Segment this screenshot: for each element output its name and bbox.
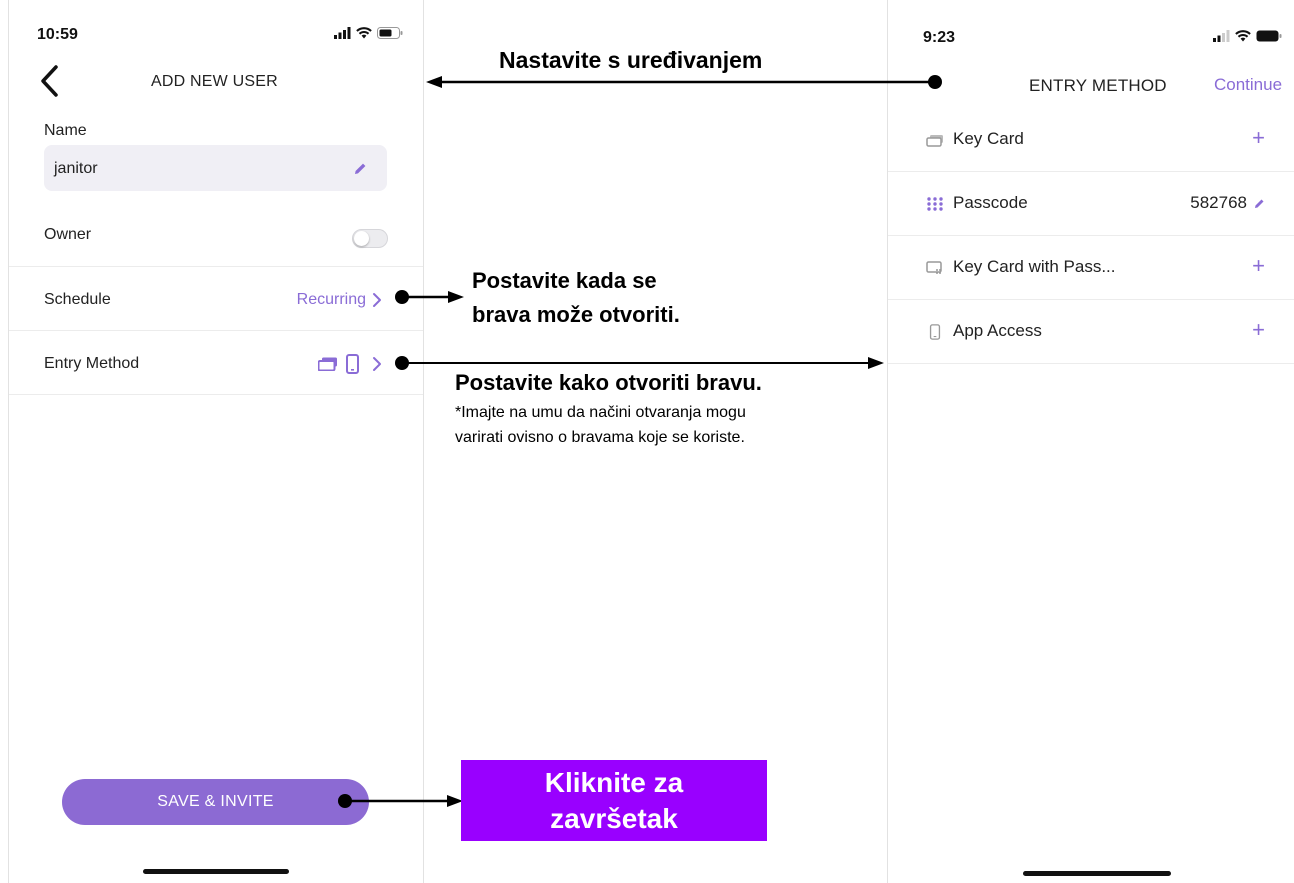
schedule-value: Recurring	[296, 291, 366, 308]
entry-annotation-title: Postavite kako otvoriti bravu.	[455, 370, 762, 395]
entry-method-screen: 9:23 ENTRY METHOD Continue Key Card + Pa…	[887, 0, 1294, 883]
schedule-label: Schedule	[44, 291, 111, 308]
entry-method-passcode[interactable]: Passcode 582768	[888, 172, 1294, 236]
key-card-keypad-icon	[926, 261, 942, 274]
signal-icon	[334, 27, 351, 39]
signal-icon	[1213, 30, 1230, 42]
keypad-icon	[927, 197, 943, 211]
status-time: 9:23	[923, 29, 956, 46]
entry-method-app-access[interactable]: App Access +	[888, 300, 1294, 364]
method-label: Key Card with Pass...	[953, 257, 1116, 276]
page-title: ENTRY METHOD	[1029, 76, 1167, 95]
back-button[interactable]	[37, 64, 63, 98]
wifi-icon	[356, 27, 372, 39]
add-user-screen: 10:59 ADD NEW USER Name janitor Owner Sc…	[8, 0, 424, 883]
battery-icon	[1256, 30, 1282, 42]
key-card-icon	[318, 357, 337, 371]
toggle-knob	[354, 231, 369, 246]
phone-icon	[929, 324, 941, 340]
entry-annotation-note-line2: varirati ovisno o bravama koje se korist…	[455, 429, 745, 446]
method-label: Passcode	[953, 193, 1028, 212]
status-time: 10:59	[37, 26, 78, 43]
owner-toggle[interactable]	[352, 229, 388, 248]
status-icons	[334, 27, 403, 39]
wifi-icon	[1235, 30, 1251, 42]
chevron-right-icon	[373, 293, 381, 307]
save-invite-button[interactable]: SAVE & INVITE	[62, 779, 369, 825]
entry-method-arrow	[395, 356, 884, 370]
phone-icon	[346, 354, 359, 374]
name-value: janitor	[54, 160, 98, 177]
continue-editing-annotation: Nastavite s uređivanjem	[499, 47, 763, 73]
finish-callout-line1: Kliknite za	[544, 767, 684, 798]
continue-button[interactable]: Continue	[1214, 75, 1282, 95]
pencil-icon[interactable]	[354, 162, 367, 175]
name-field[interactable]: janitor	[44, 145, 387, 191]
entry-method-key-card-with-passcode[interactable]: Key Card with Pass... +	[888, 236, 1294, 300]
method-label: Key Card	[953, 129, 1024, 148]
add-key-card-button[interactable]: +	[1252, 125, 1265, 151]
pencil-icon[interactable]	[1254, 198, 1265, 209]
finish-callout: Kliknite za završetak	[461, 760, 767, 841]
add-key-card-with-pass-button[interactable]: +	[1252, 253, 1265, 279]
home-indicator	[143, 869, 289, 874]
schedule-annotation-line2: brava može otvoriti.	[472, 302, 680, 327]
chevron-right-icon	[373, 357, 381, 371]
schedule-annotation-line1: Postavite kada se	[472, 268, 657, 293]
battery-icon	[377, 27, 403, 39]
name-label: Name	[44, 122, 87, 139]
home-indicator	[1023, 871, 1171, 876]
passcode-value: 582768	[1190, 193, 1247, 212]
entry-annotation-note-line1: *Imajte na umu da načini otvaranja mogu	[455, 404, 746, 421]
entry-method-key-card[interactable]: Key Card +	[888, 108, 1294, 172]
page-title: ADD NEW USER	[151, 73, 278, 90]
schedule-row[interactable]: Schedule Recurring	[9, 266, 423, 330]
owner-label: Owner	[44, 226, 92, 243]
entry-method-label: Entry Method	[44, 355, 140, 372]
continue-editing-arrow	[426, 75, 942, 89]
status-icons	[1213, 30, 1282, 42]
chevron-left-icon	[41, 65, 58, 97]
entry-method-row[interactable]: Entry Method	[9, 330, 423, 395]
key-card-icon	[926, 135, 943, 147]
finish-callout-line2: završetak	[550, 803, 678, 834]
add-app-access-button[interactable]: +	[1252, 317, 1265, 343]
method-label: App Access	[953, 321, 1042, 340]
